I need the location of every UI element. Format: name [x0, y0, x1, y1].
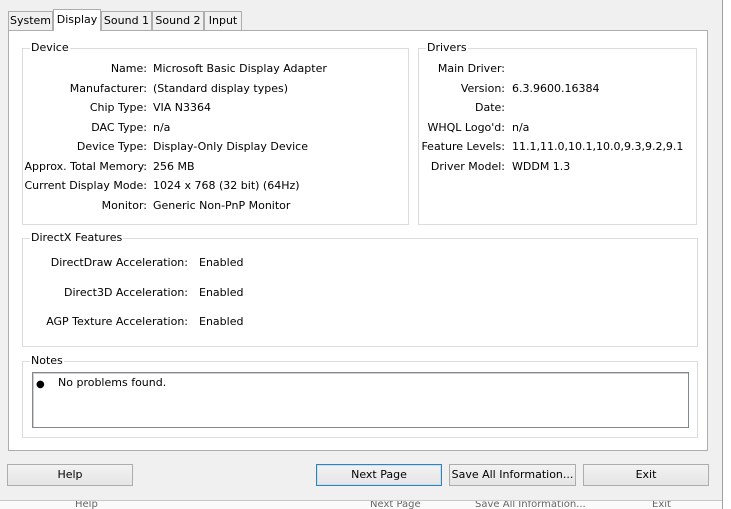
notes-group: Notes ● No problems found.	[22, 354, 698, 438]
name-value: Microsoft Basic Display Adapter	[153, 62, 327, 75]
notes-textbox[interactable]: ● No problems found.	[32, 372, 689, 428]
version-label: Version:	[460, 82, 505, 95]
display-mode-label: Current Display Mode:	[24, 179, 147, 192]
whql-value: n/a	[512, 121, 530, 134]
agp-texture-value: Enabled	[199, 315, 244, 328]
display-mode-value: 1024 x 768 (32 bit) (64Hz)	[153, 179, 300, 192]
feature-levels-value: 11.1,11.0,10.1,10.0,9.3,9.2,9.1	[512, 140, 684, 153]
manufacturer-value: (Standard display types)	[153, 82, 288, 95]
directdraw-value: Enabled	[199, 256, 244, 269]
bullet-icon: ●	[36, 379, 45, 390]
background-exit-text: Exit	[652, 500, 671, 509]
monitor-label: Monitor:	[101, 199, 147, 212]
background-next-page-text: Next Page	[370, 500, 421, 509]
chip-type-value: VIA N3364	[153, 101, 212, 114]
background-save-text: Save All Information...	[475, 500, 586, 509]
whql-label: WHQL Logo'd:	[427, 121, 505, 134]
tab-sound-1[interactable]: Sound 1	[101, 11, 152, 30]
save-all-information-button[interactable]: Save All Information...	[449, 464, 576, 486]
window-border	[722, 0, 731, 509]
device-type-value: Display-Only Display Device	[153, 140, 308, 153]
exit-button[interactable]: Exit	[583, 464, 709, 486]
directx-group-title: DirectX Features	[30, 231, 124, 244]
driver-model-label: Driver Model:	[430, 160, 505, 173]
help-button[interactable]: Help	[7, 464, 133, 486]
memory-label: Approx. Total Memory:	[24, 160, 148, 173]
agp-texture-label: AGP Texture Acceleration:	[46, 315, 188, 328]
version-value: 6.3.9600.16384	[512, 82, 600, 95]
tab-display[interactable]: Display	[53, 9, 101, 31]
background-help-text: Help	[75, 500, 98, 509]
directx-features-group: DirectX Features DirectDraw Acceleration…	[22, 231, 698, 347]
tab-input[interactable]: Input	[204, 11, 242, 30]
date-label: Date:	[475, 101, 505, 114]
memory-value: 256 MB	[153, 160, 195, 173]
direct3d-label: Direct3D Acceleration:	[64, 286, 188, 299]
main-driver-label: Main Driver:	[437, 62, 505, 75]
note-item: No problems found.	[58, 376, 167, 389]
chip-type-label: Chip Type:	[89, 101, 147, 114]
background-window-strip: Help Next Page Save All Information... E…	[0, 500, 722, 509]
feature-levels-label: Feature Levels:	[421, 140, 505, 153]
device-type-label: Device Type:	[76, 140, 147, 153]
directdraw-label: DirectDraw Acceleration:	[50, 256, 188, 269]
device-group-title: Device	[30, 41, 70, 54]
manufacturer-label: Manufacturer:	[69, 82, 147, 95]
device-group: Device Name: Microsoft Basic Display Ada…	[22, 41, 409, 225]
dac-type-value: n/a	[153, 121, 171, 134]
name-label: Name:	[110, 62, 147, 75]
drivers-group: Drivers Main Driver: Version: 6.3.9600.1…	[418, 41, 697, 225]
direct3d-value: Enabled	[199, 286, 244, 299]
notes-group-title: Notes	[30, 354, 64, 367]
monitor-value: Generic Non-PnP Monitor	[153, 199, 291, 212]
drivers-group-title: Drivers	[426, 41, 468, 54]
next-page-button[interactable]: Next Page	[316, 464, 442, 486]
tab-sound-2[interactable]: Sound 2	[152, 11, 204, 30]
display-tab-panel: Device Name: Microsoft Basic Display Ada…	[8, 30, 708, 451]
dac-type-label: DAC Type:	[91, 121, 147, 134]
tab-system[interactable]: System	[8, 11, 53, 30]
driver-model-value: WDDM 1.3	[512, 160, 571, 173]
